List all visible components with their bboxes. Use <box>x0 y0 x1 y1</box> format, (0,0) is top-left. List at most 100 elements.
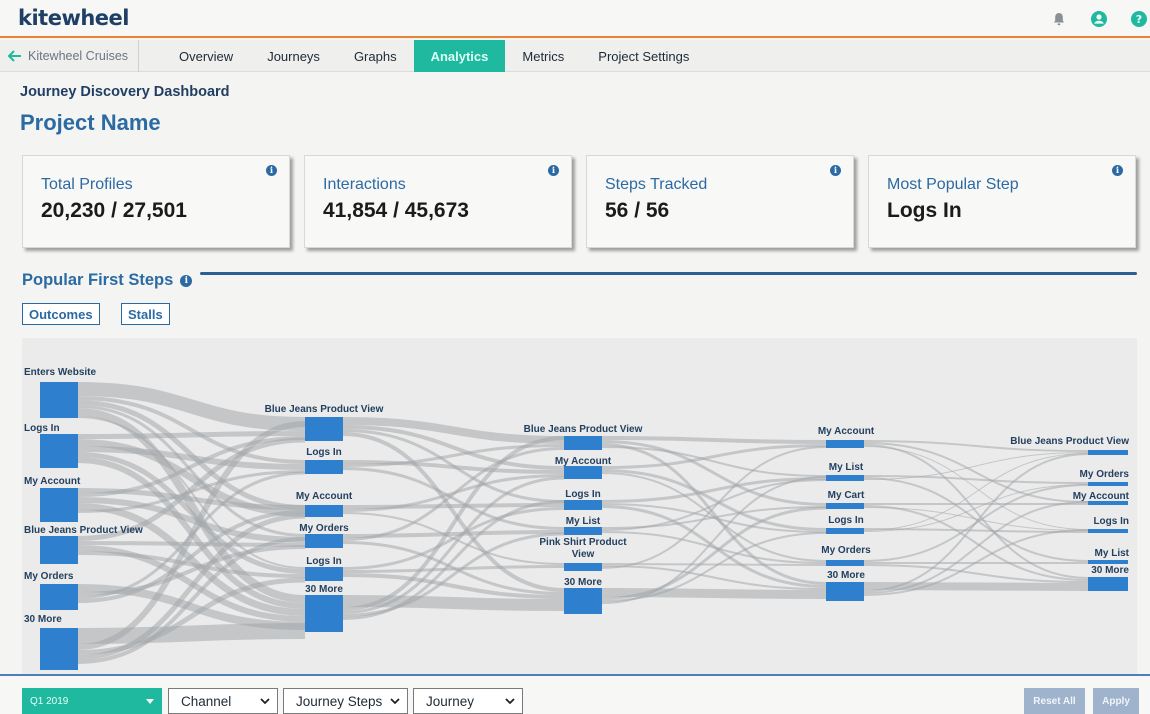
sankey-node[interactable] <box>305 567 343 581</box>
sankey-svg: Enters Website Logs In My Account Blue Jean… <box>24 367 1130 670</box>
sankey-node-label: My Account <box>24 476 81 487</box>
total-profiles-card: i Total Profiles 20,230 / 27,501 <box>22 155 290 248</box>
sankey-link[interactable] <box>77 623 306 644</box>
journey-steps-select[interactable]: Journey Steps <box>283 688 408 714</box>
sankey-node[interactable] <box>40 488 78 522</box>
sankey-link[interactable] <box>863 453 1089 592</box>
sankey-node[interactable] <box>826 440 864 448</box>
card-value: Logs In <box>887 199 962 222</box>
sankey-node[interactable] <box>826 582 864 601</box>
sankey-node[interactable] <box>564 527 602 535</box>
card-label: Interactions <box>323 176 406 193</box>
sankey-node[interactable] <box>1088 450 1128 455</box>
sankey-node[interactable] <box>564 588 602 614</box>
outcomes-button[interactable]: Outcomes <box>22 303 100 325</box>
svg-text:?: ? <box>1136 13 1142 26</box>
sankey-node-label: 30 More <box>1091 565 1129 576</box>
sankey-link[interactable] <box>601 436 827 444</box>
sankey-node[interactable] <box>40 434 78 468</box>
sankey-node[interactable] <box>1088 577 1128 591</box>
journey-select[interactable]: Journey <box>413 688 523 714</box>
sankey-node[interactable] <box>1088 560 1128 564</box>
tab-graphs[interactable]: Graphs <box>337 40 414 72</box>
sankey-node-label: My Account <box>818 426 875 437</box>
sankey-node-label: My Orders <box>24 571 74 582</box>
sankey-node[interactable] <box>305 534 343 548</box>
info-icon[interactable]: i <box>830 165 841 176</box>
sankey-node-label: Blue Jeans Product View <box>1010 436 1129 447</box>
stalls-button[interactable]: Stalls <box>121 303 170 325</box>
back-link[interactable]: Kitewheel Cruises <box>8 40 140 72</box>
sankey-node[interactable] <box>564 466 602 479</box>
sankey-node-label: Logs In <box>565 489 601 500</box>
sankey-node-label: My Account <box>296 491 353 502</box>
sankey-node[interactable] <box>305 460 343 474</box>
arrow-left-icon <box>8 50 21 62</box>
sankey-link[interactable] <box>863 501 1089 594</box>
top-header: kitewheel ? <box>0 0 1150 38</box>
sankey-node-label: 30 More <box>827 570 865 581</box>
sankey-node[interactable] <box>40 628 78 670</box>
sankey-node-label: My Orders <box>1080 469 1130 480</box>
sankey-node[interactable] <box>564 563 602 571</box>
journey-select-value: Journey <box>426 693 475 709</box>
quarter-select-value: Q1 2019 <box>30 695 69 707</box>
sankey-node-label: My Orders <box>821 545 871 556</box>
tab-metrics[interactable]: Metrics <box>505 40 581 72</box>
sankey-node[interactable] <box>305 505 343 517</box>
sankey-node-label: Logs In <box>306 556 342 567</box>
interactions-card: i Interactions 41,854 / 45,673 <box>304 155 572 248</box>
chevron-down-icon <box>260 698 270 705</box>
tab-journeys[interactable]: Journeys <box>250 40 337 72</box>
quarter-select[interactable]: Q1 2019 <box>22 688 162 714</box>
help-icon[interactable]: ? <box>1128 8 1150 30</box>
sankey-link[interactable] <box>863 442 1089 503</box>
sankey-node[interactable] <box>826 528 864 534</box>
sankey-node[interactable] <box>564 436 602 450</box>
header-icons: ? <box>1030 8 1150 30</box>
sankey-node-label: Blue Jeans Product View <box>265 404 384 415</box>
channel-select[interactable]: Channel <box>168 688 278 714</box>
sankey-link[interactable] <box>863 505 1089 581</box>
section-title-label: Popular First Steps <box>22 271 174 289</box>
sankey-node[interactable] <box>826 503 864 509</box>
sankey-node-label: Logs In <box>1093 516 1129 527</box>
sankey-node[interactable] <box>1088 482 1128 486</box>
tab-overview[interactable]: Overview <box>162 40 250 72</box>
sankey-node-label: My Account <box>1073 491 1130 502</box>
sankey-node[interactable] <box>826 475 864 481</box>
info-icon[interactable]: i <box>266 165 277 176</box>
sankey-node[interactable] <box>40 536 78 564</box>
sankey-node-label: My List <box>566 516 601 527</box>
journey-steps-select-value: Journey Steps <box>296 693 383 709</box>
sankey-node-label: Logs In <box>24 423 60 434</box>
sankey-node-label: Blue Jeans Product View <box>24 525 143 536</box>
info-icon[interactable]: i <box>548 165 559 176</box>
tab-analytics[interactable]: Analytics <box>413 40 506 72</box>
sankey-node[interactable] <box>40 584 78 610</box>
sankey-node-label: My List <box>829 462 864 473</box>
card-value: 20,230 / 27,501 <box>41 199 187 222</box>
app-logo[interactable]: kitewheel <box>18 6 129 30</box>
sankey-node[interactable] <box>305 417 343 441</box>
info-icon[interactable]: i <box>180 274 193 287</box>
bell-icon[interactable] <box>1048 8 1070 30</box>
sankey-node[interactable] <box>40 382 78 418</box>
sankey-link[interactable] <box>863 475 1089 484</box>
info-icon[interactable]: i <box>1112 165 1123 176</box>
steps-tracked-card: i Steps Tracked 56 / 56 <box>586 155 854 248</box>
sankey-node-label: My List <box>1095 548 1130 559</box>
tab-project-settings[interactable]: Project Settings <box>581 40 706 72</box>
sankey-node-label: 30 More <box>305 584 343 595</box>
user-icon[interactable] <box>1088 8 1110 30</box>
apply-button[interactable]: Apply <box>1093 688 1139 714</box>
sankey-node[interactable] <box>826 560 864 566</box>
reset-all-button[interactable]: Reset All <box>1024 688 1085 714</box>
most-popular-step-card: i Most Popular Step Logs In <box>868 155 1136 248</box>
sankey-node[interactable] <box>1088 529 1128 533</box>
card-label: Steps Tracked <box>605 176 708 193</box>
sankey-node-label: My Cart <box>828 490 865 501</box>
sankey-node[interactable] <box>564 500 602 510</box>
sankey-node[interactable] <box>305 595 343 632</box>
card-value: 41,854 / 45,673 <box>323 199 469 222</box>
